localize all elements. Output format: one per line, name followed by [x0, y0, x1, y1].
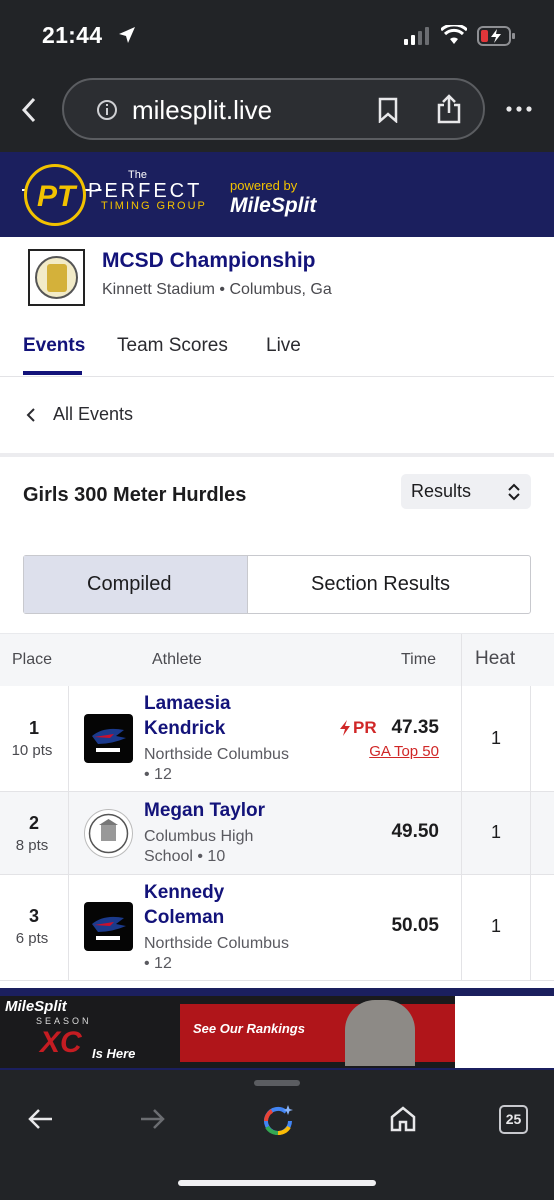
google-lens-icon[interactable] [260, 1103, 296, 1139]
row-heat: 1 [490, 728, 501, 748]
athlete-school-line2: • 12 [144, 955, 172, 972]
row-place: 2 [28, 813, 39, 833]
location-arrow-icon [119, 27, 135, 43]
meet-header: MCSD Championship Kinnett Stadium • Colu… [0, 237, 554, 377]
all-events-link[interactable]: All Events [0, 377, 554, 453]
url-text[interactable]: milesplit.live [132, 95, 272, 126]
results-view-toggle: Compiled Section Results [23, 555, 531, 614]
status-time: 21:44 [42, 22, 103, 48]
header-athlete: Athlete [152, 651, 202, 668]
event-title: Girls 300 Meter Hurdles [23, 484, 247, 506]
browser-toolbar: milesplit.live [0, 66, 554, 152]
header-time: Time [401, 651, 436, 668]
tab-switcher-icon[interactable]: 25 [499, 1105, 528, 1134]
tab-live[interactable]: Live [266, 335, 301, 357]
row-place: 1 [28, 718, 39, 738]
results-table-header: Place Athlete Time Heat [0, 633, 554, 687]
tab-events[interactable]: Events [23, 335, 85, 357]
milesplit-logo: MileSplit [230, 194, 317, 217]
chevron-left-icon [26, 408, 35, 422]
active-tab-indicator [23, 371, 82, 375]
athlete-school-line2: • 12 [144, 766, 172, 783]
segment-section-results[interactable]: Section Results [248, 556, 532, 613]
view-select[interactable]: Results [401, 474, 531, 509]
share-icon[interactable] [436, 94, 462, 124]
xc-season-ad[interactable]: MileSplit SEASON XC Is Here See Our Rank… [0, 996, 455, 1068]
back-chevron-icon[interactable] [20, 97, 38, 123]
athlete-name-line2[interactable]: Kendrick [144, 716, 294, 741]
header-heat: Heat [475, 648, 516, 669]
ad-brand: MileSplit [5, 998, 67, 1015]
section-divider [0, 453, 554, 457]
athlete-name-line1[interactable]: Megan Taylor [144, 798, 344, 823]
athlete-school-line1: Northside Columbus [144, 746, 289, 763]
athlete-school-line1: Northside Columbus [144, 935, 289, 952]
back-arrow-icon[interactable] [28, 1108, 54, 1130]
wifi-icon [441, 25, 467, 44]
perfect-timing-logo: PT [24, 164, 86, 226]
advertisement-banner[interactable]: MileSplit SEASON XC Is Here See Our Rank… [0, 988, 554, 1070]
ad-cta[interactable]: See Our Rankings [193, 1021, 305, 1036]
row-heat: 1 [490, 822, 501, 842]
header-place: Place [12, 651, 53, 668]
district-seal-logo [28, 249, 85, 306]
team-logo-columbus-high [84, 809, 133, 858]
more-options-icon[interactable] [506, 106, 532, 112]
athlete-name-line1[interactable]: Lamaesia [144, 691, 294, 716]
athlete-name-line1[interactable]: Kennedy [144, 880, 294, 905]
row-heat: 1 [490, 916, 501, 936]
athlete-name-line2[interactable]: Coleman [144, 905, 294, 930]
row-points: 8 pts [15, 837, 49, 854]
athlete-time: 50.05 [391, 915, 439, 936]
athlete-time: 49.50 [391, 821, 439, 842]
athlete-school-line1: Columbus High [144, 828, 254, 845]
ad-is-here: Is Here [92, 1046, 136, 1061]
meet-venue: Kinnett Stadium • Columbus, Ga [102, 281, 332, 298]
powered-by-label: powered by [230, 178, 298, 193]
ga-top-50-link[interactable]: GA Top 50 [369, 743, 439, 760]
ad-season: SEASON [36, 1016, 92, 1026]
team-logo-patriots [84, 714, 133, 763]
cellular-signal-icon [404, 27, 429, 45]
forward-arrow-icon[interactable] [139, 1108, 165, 1130]
all-events-label[interactable]: All Events [53, 404, 133, 425]
table-row[interactable]: 3 6 pts Kennedy Coleman Northside Columb… [0, 875, 554, 981]
view-select-value[interactable]: Results [411, 481, 471, 502]
ad-xc: XC [40, 1026, 82, 1059]
lightning-icon [340, 720, 350, 736]
home-icon[interactable] [389, 1105, 417, 1133]
row-place: 3 [28, 906, 39, 926]
tab-count[interactable]: 25 [501, 1111, 526, 1127]
browser-bottom-bar: 25 [0, 1070, 554, 1200]
drag-handle[interactable] [254, 1080, 300, 1086]
table-row[interactable]: 1 10 pts Lamaesia Kendrick Northside Col… [0, 686, 554, 792]
segment-section-label[interactable]: Section Results [311, 573, 450, 596]
segment-compiled-label[interactable]: Compiled [87, 573, 171, 596]
home-indicator[interactable] [178, 1180, 376, 1186]
team-logo-patriots [84, 902, 133, 951]
select-updown-icon [508, 483, 520, 501]
status-bar: 21:44 [0, 0, 554, 66]
athlete-school-line2: School • 10 [144, 848, 226, 865]
info-icon[interactable] [96, 99, 118, 121]
bookmark-icon[interactable] [377, 97, 399, 123]
meet-title[interactable]: MCSD Championship [102, 249, 316, 273]
pt-logo-letters: PT [37, 180, 76, 213]
address-bar[interactable]: milesplit.live [62, 78, 485, 140]
sponsor-banner[interactable]: PT The PERFECT TIMING GROUP powered by M… [0, 152, 554, 237]
athlete-time: 47.35 [391, 717, 439, 738]
tab-team-scores[interactable]: Team Scores [117, 335, 228, 357]
pt-timing-group: TIMING GROUP [101, 200, 207, 212]
runner-photo [345, 1000, 415, 1066]
segment-compiled[interactable]: Compiled [24, 556, 248, 613]
row-points: 10 pts [11, 742, 53, 759]
row-points: 6 pts [15, 930, 49, 947]
battery-low-icon [477, 26, 515, 46]
table-row[interactable]: 2 8 pts Megan Taylor Columbus High Schoo… [0, 792, 554, 875]
pr-badge: PR [353, 718, 377, 737]
